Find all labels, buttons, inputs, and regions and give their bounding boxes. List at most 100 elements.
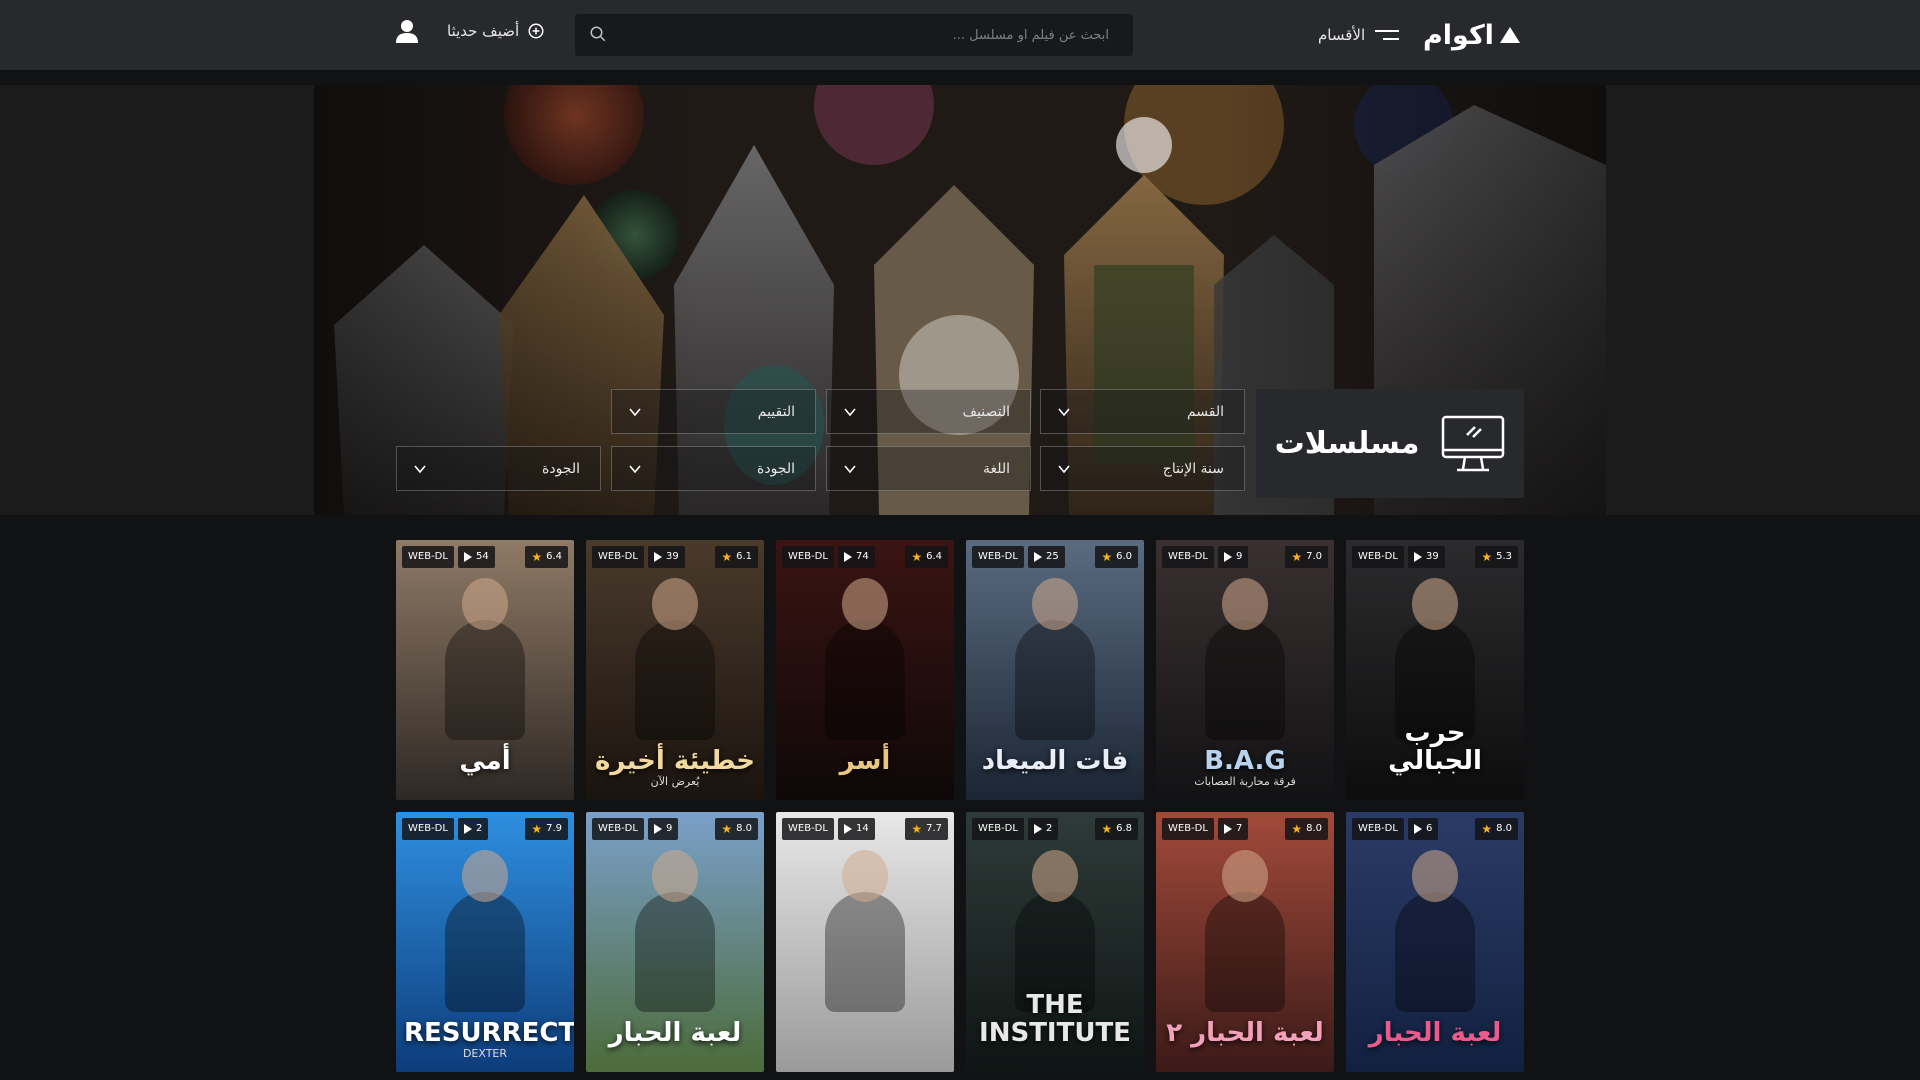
- play-icon: [463, 824, 472, 834]
- series-card[interactable]: WEB-DL 2 ★ 6.8 THE INSTITUTE: [966, 812, 1144, 1072]
- chevron-down-icon: [629, 407, 641, 416]
- episodes-badge: 54: [457, 546, 495, 568]
- site-logo[interactable]: اكوام: [1423, 17, 1520, 53]
- poster-figure: [445, 620, 525, 740]
- search-bar: [575, 14, 1133, 56]
- genre-filter-label: التصنيف: [962, 403, 1010, 420]
- series-card[interactable]: WEB-DL 25 ★ 6.0 فات الميعاد: [966, 540, 1144, 800]
- episodes-count: 14: [855, 823, 869, 834]
- series-card[interactable]: WEB-DL 9 ★ 8.0 لعبة الحبار: [586, 812, 764, 1072]
- star-icon: ★: [531, 550, 543, 564]
- rating-value: 7.9: [546, 823, 562, 834]
- rating-badge: ★ 7.9: [525, 818, 568, 840]
- episodes-count: 74: [855, 551, 869, 562]
- card-badges: WEB-DL 7 ★ 8.0: [1162, 818, 1328, 840]
- recently-added-link[interactable]: أضيف حديثا: [447, 22, 545, 40]
- poster-face: [1032, 850, 1078, 902]
- series-card[interactable]: WEB-DL 14 ★ 7.7: [776, 812, 954, 1072]
- search-icon[interactable]: [589, 25, 607, 43]
- card-subtitle: DEXTER: [462, 1047, 508, 1060]
- episodes-count: 9: [1235, 551, 1243, 562]
- play-icon: [1223, 824, 1232, 834]
- play-icon: [463, 552, 472, 562]
- rating-value: 6.0: [1116, 551, 1132, 562]
- quality-filter-2[interactable]: الجودة: [396, 446, 601, 491]
- episodes-count: 39: [1425, 551, 1439, 562]
- chevron-down-icon: [844, 407, 856, 416]
- rating-value: 6.1: [736, 551, 752, 562]
- quality-badge: WEB-DL: [782, 546, 834, 568]
- rating-value: 6.4: [546, 551, 562, 562]
- card-title: أمي: [459, 746, 511, 777]
- episodes-badge: 14: [837, 818, 875, 840]
- user-icon[interactable]: [396, 19, 418, 43]
- card-badges: WEB-DL 9 ★ 7.0: [1162, 546, 1328, 568]
- section-header-box: مسلسلات: [1256, 389, 1524, 498]
- hero-left-margin: [0, 85, 314, 515]
- series-grid: WEB-DL 39 ★ 5.3 حرب الجبالي WEB-DL 9 ★ 7.0 فرقة م…: [396, 540, 1524, 1072]
- rating-value: 7.0: [1306, 551, 1322, 562]
- poster-face: [1222, 578, 1268, 630]
- hero-right-margin: [1606, 85, 1920, 515]
- card-badges: WEB-DL 2 ★ 6.8: [972, 818, 1138, 840]
- star-icon: ★: [911, 550, 923, 564]
- series-card[interactable]: WEB-DL 2 ★7.9 DEXTERRESURRECTION: [396, 812, 574, 1072]
- top-header: اكوام الأقسام أضيف حديثا: [0, 0, 1920, 70]
- episodes-badge: 6: [1407, 818, 1439, 840]
- language-filter[interactable]: اللغة: [826, 446, 1031, 491]
- rating-badge: ★ 6.0: [1095, 546, 1138, 568]
- chevron-down-icon: [1058, 464, 1070, 473]
- card-badges: WEB-DL 2 ★ 7.9: [402, 818, 568, 840]
- rating-badge: ★ 6.8: [1095, 818, 1138, 840]
- card-badges: WEB-DL 9 ★ 8.0: [592, 818, 758, 840]
- episodes-count: 2: [1045, 823, 1053, 834]
- star-icon: ★: [1101, 550, 1113, 564]
- star-icon: ★: [721, 550, 733, 564]
- series-card[interactable]: WEB-DL 6 ★ 8.0 لعبة الحبار: [1346, 812, 1524, 1072]
- recently-added-label: أضيف حديثا: [447, 22, 520, 40]
- rating-badge: ★ 7.7: [905, 818, 948, 840]
- card-subtitle: فرقة محاربة العصابات: [1194, 775, 1296, 788]
- card-title: لعبة الحبار ٢: [1166, 1018, 1324, 1049]
- rating-filter[interactable]: التقييم: [611, 389, 816, 434]
- quality-badge: WEB-DL: [402, 818, 454, 840]
- series-card[interactable]: WEB-DL 9 ★ 7.0 فرقة محاربة العصابات B.A.G: [1156, 540, 1334, 800]
- series-card[interactable]: WEB-DL 7 ★ 8.0 لعبة الحبار ٢: [1156, 812, 1334, 1072]
- year-filter[interactable]: سنة الإنتاج: [1040, 446, 1245, 491]
- card-badges: WEB-DL 39 ★ 6.1: [592, 546, 758, 568]
- card-title: THE INSTITUTE: [979, 989, 1131, 1049]
- categories-menu[interactable]: الأقسام: [1318, 22, 1400, 48]
- series-card[interactable]: WEB-DL 54 ★ 6.4 أمي: [396, 540, 574, 800]
- episodes-badge: 2: [457, 818, 489, 840]
- language-filter-label: اللغة: [982, 460, 1010, 477]
- genre-filter[interactable]: التصنيف: [826, 389, 1031, 434]
- plus-circle-icon: [528, 23, 544, 39]
- rating-badge: ★ 7.0: [1285, 546, 1328, 568]
- category-filter[interactable]: القسم: [1040, 389, 1245, 434]
- star-icon: ★: [1481, 550, 1493, 564]
- year-filter-label: سنة الإنتاج: [1162, 460, 1224, 477]
- poster-figure: [1205, 620, 1285, 740]
- poster-face: [1032, 578, 1078, 630]
- rating-badge: ★ 6.1: [715, 546, 758, 568]
- card-badges: WEB-DL 54 ★ 6.4: [402, 546, 568, 568]
- poster-face: [462, 850, 508, 902]
- rating-value: 8.0: [736, 823, 752, 834]
- series-card[interactable]: WEB-DL 74 ★ 6.4 أسر: [776, 540, 954, 800]
- section-title: مسلسلات: [1274, 426, 1420, 461]
- episodes-badge: 9: [1217, 546, 1249, 568]
- search-input[interactable]: [625, 14, 1125, 56]
- quality-badge: WEB-DL: [972, 818, 1024, 840]
- rating-value: 5.3: [1496, 551, 1512, 562]
- quality-filter-2-label: الجودة: [542, 460, 580, 477]
- series-card[interactable]: WEB-DL 39 ★ 5.3 حرب الجبالي: [1346, 540, 1524, 800]
- series-card[interactable]: WEB-DL 39 ★ 6.1 يُعرض الآن خطيئة أخيرة: [586, 540, 764, 800]
- episodes-count: 25: [1045, 551, 1059, 562]
- quality-filter[interactable]: الجودة: [611, 446, 816, 491]
- star-icon: ★: [531, 822, 543, 836]
- quality-badge: WEB-DL: [402, 546, 454, 568]
- poster-face: [1412, 850, 1458, 902]
- poster-face: [652, 850, 698, 902]
- play-icon: [1223, 552, 1232, 562]
- card-badges: WEB-DL 14 ★ 7.7: [782, 818, 948, 840]
